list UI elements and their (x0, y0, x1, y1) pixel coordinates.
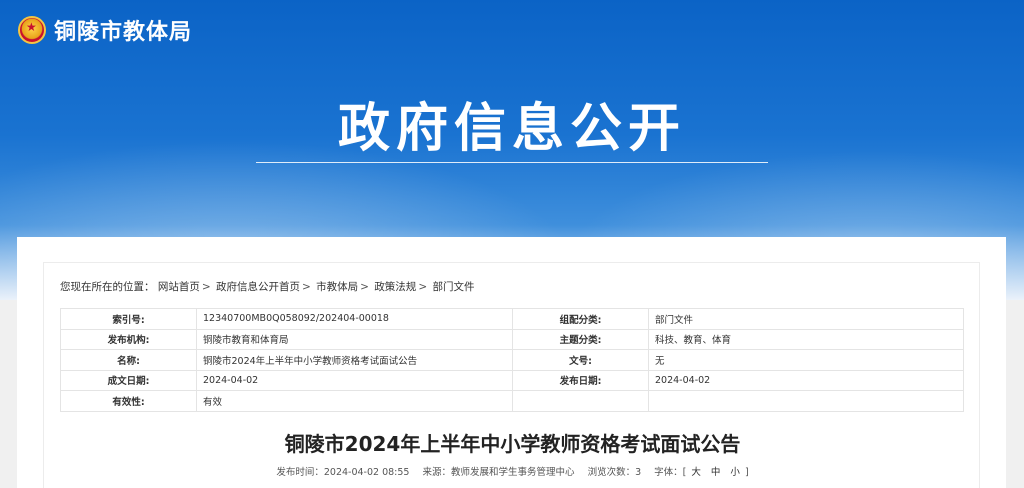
breadcrumb-separator: > (360, 281, 369, 293)
meta-value: 铜陵市教育和体育局 (196, 328, 513, 350)
breadcrumb-separator: > (201, 281, 211, 293)
content-panel: 您现在所在的位置： 网站首页 > 政府信息公开首页 > 市教体局 > 政策法规 > 部门… (43, 262, 980, 488)
font-size-medium-button[interactable]: 中 (711, 467, 721, 478)
publish-time: 发布时间：2024-04-02 08:55 (276, 467, 409, 478)
source-value: 教师发展和学生事务管理中心 (451, 467, 575, 478)
content-card: 您现在所在的位置： 网站首页 > 政府信息公开首页 > 市教体局 > 政策法规 > 部门… (17, 237, 1006, 488)
view-count-label: 浏览次数： (587, 467, 636, 478)
breadcrumb-separator: > (418, 281, 428, 293)
font-size-small-button[interactable]: 小 (730, 467, 740, 478)
site-logo[interactable]: 铜陵市教体局 (18, 14, 192, 46)
meta-key (512, 390, 649, 412)
meta-key: 主题分类: (512, 328, 649, 350)
document-info-bar: 发布时间：2024-04-02 08:55 来源：教师发展和学生事务管理中心 浏… (44, 464, 981, 478)
table-row: 发布机构: 铜陵市教育和体育局 主题分类: 科技、教育、体育 (60, 328, 964, 350)
meta-key: 名称: (60, 349, 197, 371)
table-row: 名称: 铜陵市2024年上半年中小学教师资格考试面试公告 文号: 无 (60, 349, 964, 371)
meta-value: 科技、教育、体育 (648, 328, 964, 350)
hero-title: 政府信息公开 (337, 99, 686, 159)
font-size-bracket: ] (744, 467, 749, 478)
meta-key: 索引号: (60, 308, 197, 330)
document-metadata-table: 索引号: 12340700MB0Q058092/202404-00018 组配分… (60, 308, 964, 412)
breadcrumb-label: 您现在所在的位置： (60, 281, 155, 293)
meta-key: 文号: (512, 349, 649, 371)
breadcrumb-policy-link[interactable]: 政策法规 (374, 281, 416, 293)
font-size-bracket: [ (682, 467, 687, 478)
meta-value: 无 (648, 349, 964, 371)
hero-divider (256, 162, 768, 163)
document-title: 铜陵市2024年上半年中小学教师资格考试面试公告 (284, 432, 741, 456)
font-size-label: 字体： (654, 467, 683, 478)
table-row: 有效性: 有效 (60, 390, 964, 412)
meta-value: 2024-04-02 (648, 369, 964, 391)
meta-key: 发布日期: (512, 369, 649, 391)
font-size-control: 字体：[ 大中小] (654, 467, 749, 478)
publish-time-label: 发布时间： (276, 467, 324, 478)
national-emblem-icon (18, 16, 46, 44)
view-count-value: 3 (635, 467, 642, 478)
meta-key: 有效性: (60, 390, 197, 412)
meta-value: 有效 (196, 390, 513, 412)
view-count: 浏览次数：3 (588, 467, 642, 478)
source: 来源：教师发展和学生事务管理中心 (423, 467, 575, 478)
source-label: 来源： (422, 467, 452, 478)
meta-value (648, 390, 964, 412)
meta-value: 铜陵市2024年上半年中小学教师资格考试面试公告 (196, 349, 513, 371)
meta-key: 组配分类: (512, 308, 649, 330)
site-name: 铜陵市教体局 (54, 20, 193, 45)
breadcrumb-dept-docs-link[interactable]: 部门文件 (432, 281, 474, 293)
publish-time-value: 2024-04-02 08:55 (323, 467, 410, 478)
font-size-large-button[interactable]: 大 (691, 467, 701, 478)
meta-key: 发布机构: (60, 328, 197, 350)
breadcrumb-home-link[interactable]: 网站首页 (158, 281, 200, 293)
breadcrumb: 您现在所在的位置： 网站首页 > 政府信息公开首页 > 市教体局 > 政策法规 > 部门… (60, 279, 474, 294)
breadcrumb-separator: > (302, 281, 311, 293)
meta-value: 部门文件 (648, 308, 964, 330)
table-row: 索引号: 12340700MB0Q058092/202404-00018 组配分… (60, 308, 964, 330)
breadcrumb-bureau-link[interactable]: 市教体局 (316, 281, 358, 293)
meta-key: 成文日期: (60, 369, 197, 391)
breadcrumb-info-home-link[interactable]: 政府信息公开首页 (216, 281, 300, 293)
table-row: 成文日期: 2024-04-02 发布日期: 2024-04-02 (60, 369, 964, 391)
meta-value: 12340700MB0Q058092/202404-00018 (196, 308, 513, 330)
meta-value: 2024-04-02 (196, 369, 513, 391)
